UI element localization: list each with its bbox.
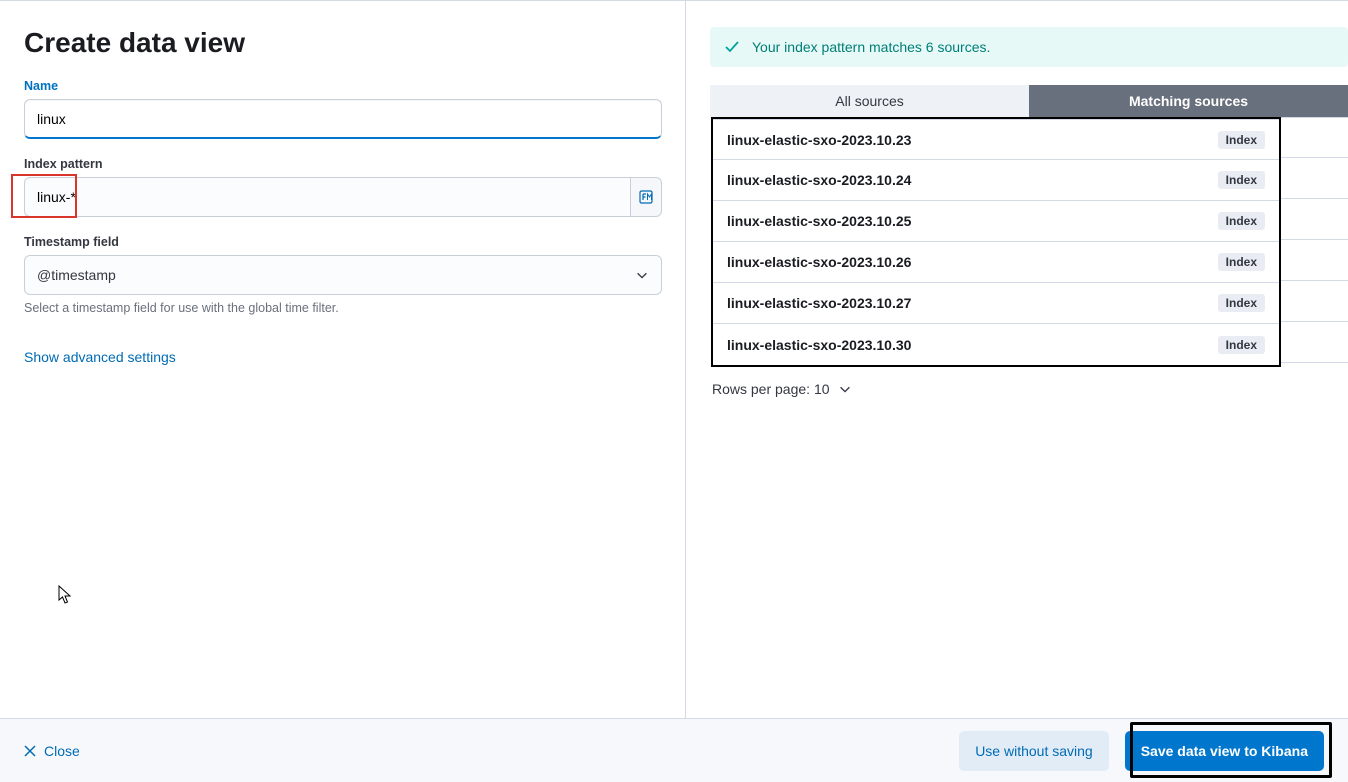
index-row[interactable]: linux-elastic-sxo-2023.10.24 Index [713,160,1279,201]
timestamp-label: Timestamp field [24,235,661,249]
index-badge: Index [1218,131,1265,149]
index-name: linux-elastic-sxo-2023.10.23 [727,132,911,148]
close-label: Close [44,743,80,759]
right-pane: Your index pattern matches 6 sources. Al… [686,1,1348,718]
chevron-down-icon [635,268,649,282]
index-name: linux-elastic-sxo-2023.10.24 [727,172,911,188]
language-icon [638,189,654,205]
index-row[interactable]: linux-elastic-sxo-2023.10.23 Index [713,119,1279,160]
left-pane: Create data view Name Index pattern [0,1,686,718]
index-row[interactable]: linux-elastic-sxo-2023.10.27 Index [713,283,1279,324]
timestamp-help: Select a timestamp field for use with th… [24,301,661,315]
close-icon [24,745,36,757]
source-tabs: All sources Matching sources [710,85,1348,117]
name-input[interactable] [37,111,649,127]
tab-matching-sources[interactable]: Matching sources [1029,85,1348,117]
index-row[interactable]: linux-elastic-sxo-2023.10.30 Index [713,324,1279,365]
check-icon [724,39,740,55]
index-badge: Index [1218,212,1265,230]
index-row[interactable]: linux-elastic-sxo-2023.10.26 Index [713,242,1279,283]
cursor-icon [58,585,74,605]
index-badge: Index [1218,171,1265,189]
page-title: Create data view [24,27,661,59]
timestamp-value: @timestamp [37,267,116,283]
index-list-area: linux-elastic-sxo-2023.10.23Indexlinux-e… [710,117,1348,367]
callout-text: Your index pattern matches 6 sources. [752,39,990,55]
close-button[interactable]: Close [24,743,80,759]
name-field-group: Name [24,79,661,139]
index-badge: Index [1218,253,1265,271]
advanced-settings-link[interactable]: Show advanced settings [24,349,176,365]
use-without-saving-button[interactable]: Use without saving [959,731,1109,771]
rows-per-page[interactable]: Rows per page: 10 [712,381,1348,397]
match-callout: Your index pattern matches 6 sources. [710,27,1348,67]
save-data-view-button[interactable]: Save data view to Kibana [1125,731,1324,771]
timestamp-group: Timestamp field @timestamp Select a time… [24,235,661,315]
index-name: linux-elastic-sxo-2023.10.25 [727,213,911,229]
tab-all-sources[interactable]: All sources [710,85,1029,117]
index-pattern-input[interactable] [37,189,618,205]
timestamp-select[interactable]: @timestamp [24,255,662,295]
index-pattern-lang-button[interactable] [630,177,662,217]
chevron-down-icon [838,382,852,396]
name-input-wrap[interactable] [24,99,662,139]
index-pattern-label: Index pattern [24,157,661,171]
rows-per-page-label: Rows per page: 10 [712,381,830,397]
index-badge: Index [1218,294,1265,312]
index-name: linux-elastic-sxo-2023.10.26 [727,254,911,270]
name-label: Name [24,79,661,93]
index-list-box: linux-elastic-sxo-2023.10.23Indexlinux-e… [711,117,1281,367]
index-badge: Index [1218,336,1265,354]
index-name: linux-elastic-sxo-2023.10.27 [727,295,911,311]
index-name: linux-elastic-sxo-2023.10.30 [727,337,911,353]
index-pattern-input-wrap[interactable] [24,177,630,217]
footer: Close Use without saving Save data view … [0,718,1348,782]
index-row[interactable]: linux-elastic-sxo-2023.10.25 Index [713,201,1279,242]
index-pattern-group: Index pattern [24,157,661,217]
